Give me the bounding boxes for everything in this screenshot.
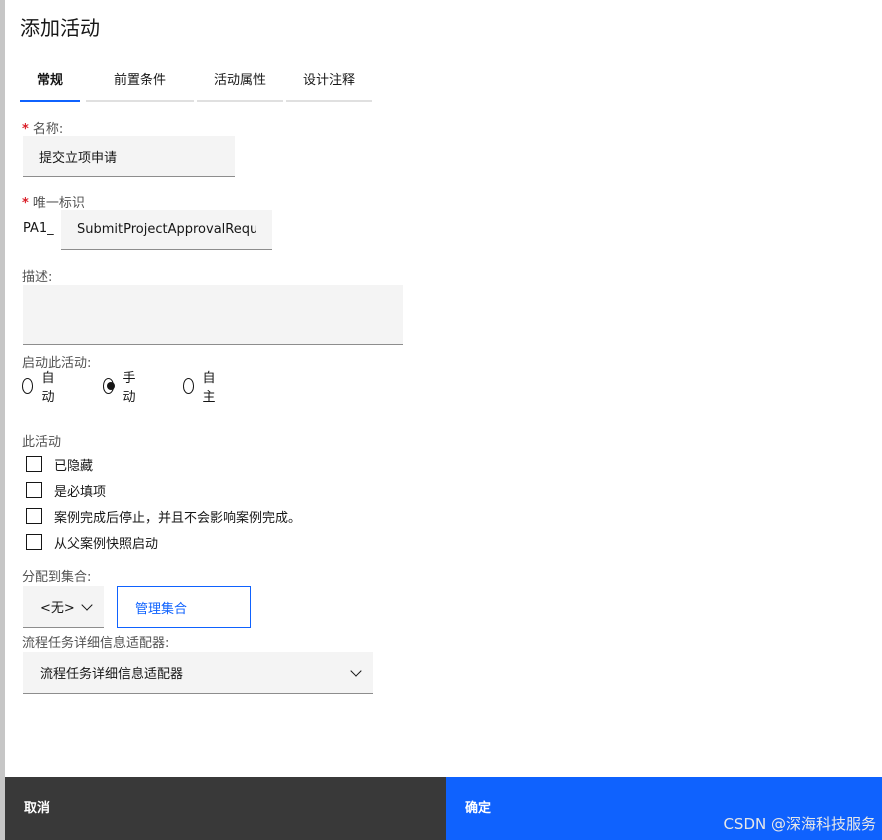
watermark: CSDN @深海科技服务 bbox=[723, 815, 876, 833]
required-mark: * bbox=[22, 122, 29, 137]
name-input[interactable] bbox=[23, 136, 235, 177]
tab-design-notes-label: 设计注释 bbox=[302, 73, 355, 88]
radio-automatic[interactable]: 自动 bbox=[22, 371, 59, 405]
unique-id-label-text: 唯一标识 bbox=[32, 196, 85, 211]
checkbox-hidden[interactable]: 已隐藏 bbox=[26, 454, 93, 474]
cancel-button[interactable]: 取消 bbox=[5, 777, 446, 840]
adapter-label: 流程任务详细信息适配器: bbox=[22, 636, 170, 651]
radio-manual-label: 手动 bbox=[122, 371, 136, 405]
chevron-down-icon bbox=[350, 665, 362, 677]
manage-collection-button[interactable]: 管理集合 bbox=[117, 586, 251, 628]
collection-select[interactable]: <无> bbox=[23, 586, 104, 628]
radio-manual[interactable]: 手动 bbox=[103, 371, 140, 405]
name-label-text: 名称: bbox=[32, 122, 64, 137]
checkbox-required-label: 是必填项 bbox=[54, 484, 107, 500]
radio-autonomous[interactable]: 自主 bbox=[183, 371, 220, 405]
name-label: * 名称: bbox=[22, 118, 63, 137]
tab-preconditions[interactable]: 前置条件 bbox=[86, 66, 194, 102]
radio-circle-icon bbox=[22, 378, 34, 394]
checkbox-icon bbox=[26, 534, 42, 550]
tab-general[interactable]: 常规 bbox=[20, 66, 80, 102]
checkbox-stop-on-case-complete[interactable]: 案例完成后停止，并且不会影响案例完成。 bbox=[26, 506, 301, 526]
checkbox-stop-on-case-complete-label: 案例完成后停止，并且不会影响案例完成。 bbox=[54, 510, 302, 526]
checkbox-required[interactable]: 是必填项 bbox=[26, 480, 106, 500]
checkbox-hidden-label: 已隐藏 bbox=[54, 458, 94, 474]
radio-automatic-label: 自动 bbox=[41, 371, 55, 405]
radio-checked-icon bbox=[103, 378, 116, 394]
tab-preconditions-label: 前置条件 bbox=[113, 73, 166, 88]
checkbox-icon bbox=[26, 456, 42, 472]
checkbox-start-from-parent-snapshot-label: 从父案例快照启动 bbox=[54, 536, 159, 552]
tab-design-notes[interactable]: 设计注释 bbox=[286, 66, 372, 102]
description-textarea[interactable] bbox=[23, 285, 403, 345]
dialog-title: 添加活动 bbox=[20, 16, 100, 40]
collection-select-value: <无> bbox=[40, 601, 75, 616]
checkbox-icon bbox=[26, 508, 42, 524]
adapter-select-value: 流程任务详细信息适配器 bbox=[40, 667, 184, 682]
required-mark: * bbox=[22, 196, 29, 211]
radio-autonomous-label: 自主 bbox=[202, 371, 216, 405]
this-activity-label: 此活动 bbox=[22, 435, 62, 450]
tab-activity-properties[interactable]: 活动属性 bbox=[197, 66, 283, 102]
description-label: 描述: bbox=[22, 270, 53, 285]
collection-label: 分配到集合: bbox=[22, 570, 92, 585]
radio-circle-icon bbox=[183, 378, 195, 394]
checkbox-start-from-parent-snapshot[interactable]: 从父案例快照启动 bbox=[26, 532, 158, 552]
checkbox-icon bbox=[26, 482, 42, 498]
chevron-down-icon bbox=[81, 599, 93, 611]
unique-id-prefix: PA1_ bbox=[23, 221, 54, 236]
unique-id-label: * 唯一标识 bbox=[22, 192, 85, 211]
tab-activity-properties-label: 活动属性 bbox=[213, 73, 266, 88]
window-left-edge bbox=[0, 0, 5, 840]
tab-general-label: 常规 bbox=[36, 73, 63, 88]
adapter-select[interactable]: 流程任务详细信息适配器 bbox=[23, 652, 373, 694]
unique-id-input[interactable] bbox=[61, 210, 272, 250]
